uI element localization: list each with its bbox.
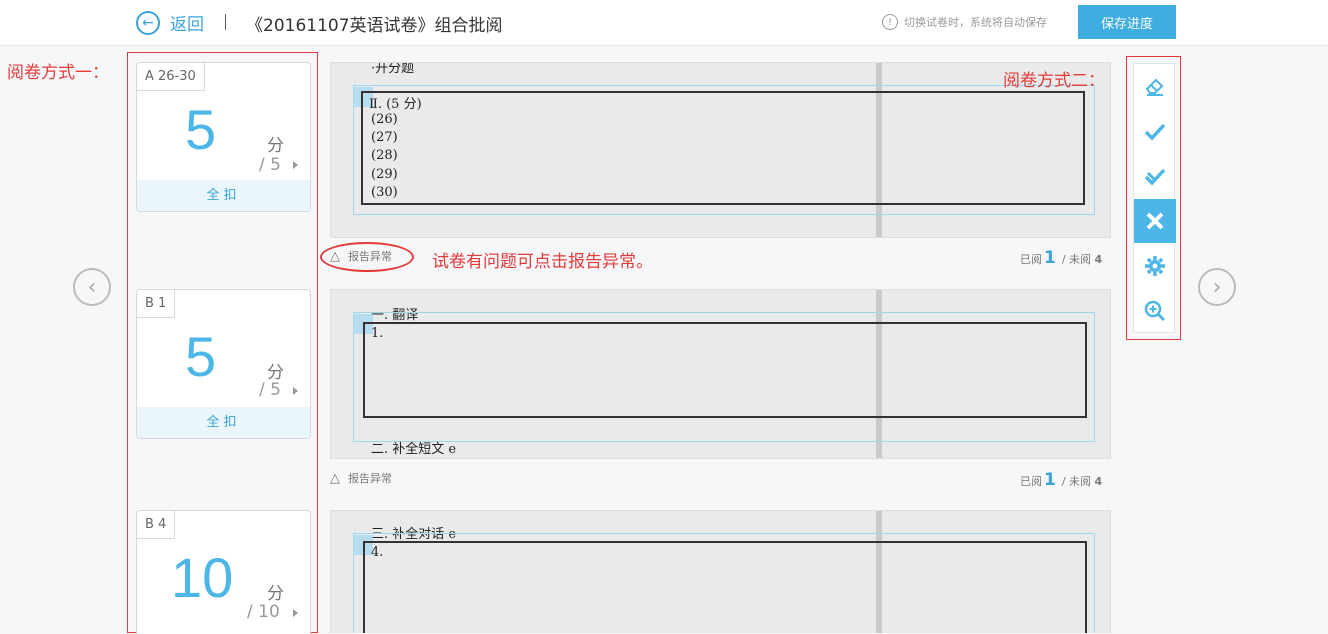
score-unit: 分 — [267, 136, 284, 156]
question-tag: A 26-30 — [137, 63, 205, 91]
score-total: / 5 — [259, 155, 281, 175]
settings-button[interactable] — [1134, 244, 1176, 288]
save-progress-button[interactable]: 保存进度 — [1078, 5, 1176, 39]
half-correct-tool-button[interactable] — [1134, 154, 1176, 198]
deduct-all-button[interactable]: 全扣 — [137, 180, 310, 211]
answer-sheet-image: 一. 翻译 1. 二. 补全短文 e — [330, 289, 1111, 459]
wrong-tool-button[interactable] — [1134, 199, 1176, 243]
warning-icon: △ — [330, 470, 340, 486]
chevron-left-icon: ‹ — [87, 274, 97, 300]
next-paper-button[interactable]: › — [1198, 268, 1236, 306]
arrow-left-icon: ← — [136, 10, 160, 35]
read-status: 已阅 1/ 未阅 4 — [1020, 470, 1103, 490]
check-icon — [1144, 123, 1166, 141]
method-one-annotation: 阅卷方式一： — [7, 63, 109, 83]
chevron-right-icon: › — [1212, 274, 1222, 300]
score-card-b4: B 4 10 分 / 10 — [136, 510, 311, 634]
read-status: 已阅 1/ 未阅 4 — [1020, 248, 1103, 268]
page-title: 《20161107英语试卷》组合批阅 — [246, 16, 503, 36]
answer-sheet-image: 三. 补全对话 e 4. — [330, 510, 1111, 633]
top-bar: ← 返回 《20161107英语试卷》组合批阅 ! 切换试卷时，系统将自动保存 … — [0, 0, 1328, 46]
eraser-tool-button[interactable] — [1134, 64, 1176, 108]
question-tag: B 1 — [137, 290, 176, 318]
previous-paper-button[interactable]: ‹ — [73, 268, 111, 306]
autosave-hint-text: 切换试卷时，系统将自动保存 — [904, 16, 1047, 29]
caret-right-icon[interactable] — [293, 609, 298, 617]
caret-right-icon[interactable] — [293, 161, 298, 169]
deduct-all-button[interactable]: 全扣 — [137, 407, 310, 438]
report-issue-label: 报告异常 — [348, 472, 392, 485]
answer-box — [363, 322, 1087, 418]
back-button[interactable]: ← 返回 — [136, 10, 204, 35]
score-card-a26-30: A 26-30 5 分 / 5 全扣 — [136, 62, 311, 212]
next-section-heading: 二. 补全短文 e — [371, 442, 457, 457]
report-highlight — [320, 242, 414, 272]
half-check-icon — [1144, 168, 1166, 186]
zoom-in-button[interactable] — [1134, 289, 1176, 333]
settings-icon — [1145, 256, 1165, 276]
divider — [225, 14, 226, 30]
report-issue-button[interactable]: △ 报告异常 — [330, 470, 392, 486]
score-value[interactable]: 5 — [185, 324, 310, 389]
score-card-b1: B 1 5 分 / 5 全扣 — [136, 289, 311, 439]
sheet-heading: ·开分题 — [371, 62, 415, 76]
score-value[interactable]: 10 — [171, 545, 310, 610]
info-icon: ! — [882, 14, 898, 30]
question-tag: B 4 — [137, 511, 176, 539]
autosave-hint: ! 切换试卷时，系统将自动保存 — [882, 14, 1047, 30]
eraser-icon — [1145, 78, 1164, 96]
marking-toolbar — [1133, 63, 1176, 333]
report-annotation: 试卷有问题可点击报告异常。 — [432, 252, 653, 272]
zoom-in-icon — [1144, 300, 1166, 322]
back-label: 返回 — [170, 15, 204, 35]
answer-box — [361, 91, 1085, 205]
answer-box — [363, 541, 1087, 633]
score-value[interactable]: 5 — [185, 97, 310, 162]
correct-tool-button[interactable] — [1134, 109, 1176, 153]
caret-right-icon[interactable] — [293, 387, 298, 395]
score-unit: 分 — [267, 584, 284, 604]
score-total: / 5 — [259, 380, 281, 400]
score-total: / 10 — [247, 602, 280, 622]
answer-sheet-image: ·开分题 Ⅱ. (5 分) (26) (27) (28) (29) (30) — [330, 62, 1111, 238]
cross-icon — [1146, 212, 1164, 230]
method-two-annotation: 阅卷方式二： — [1003, 71, 1105, 91]
